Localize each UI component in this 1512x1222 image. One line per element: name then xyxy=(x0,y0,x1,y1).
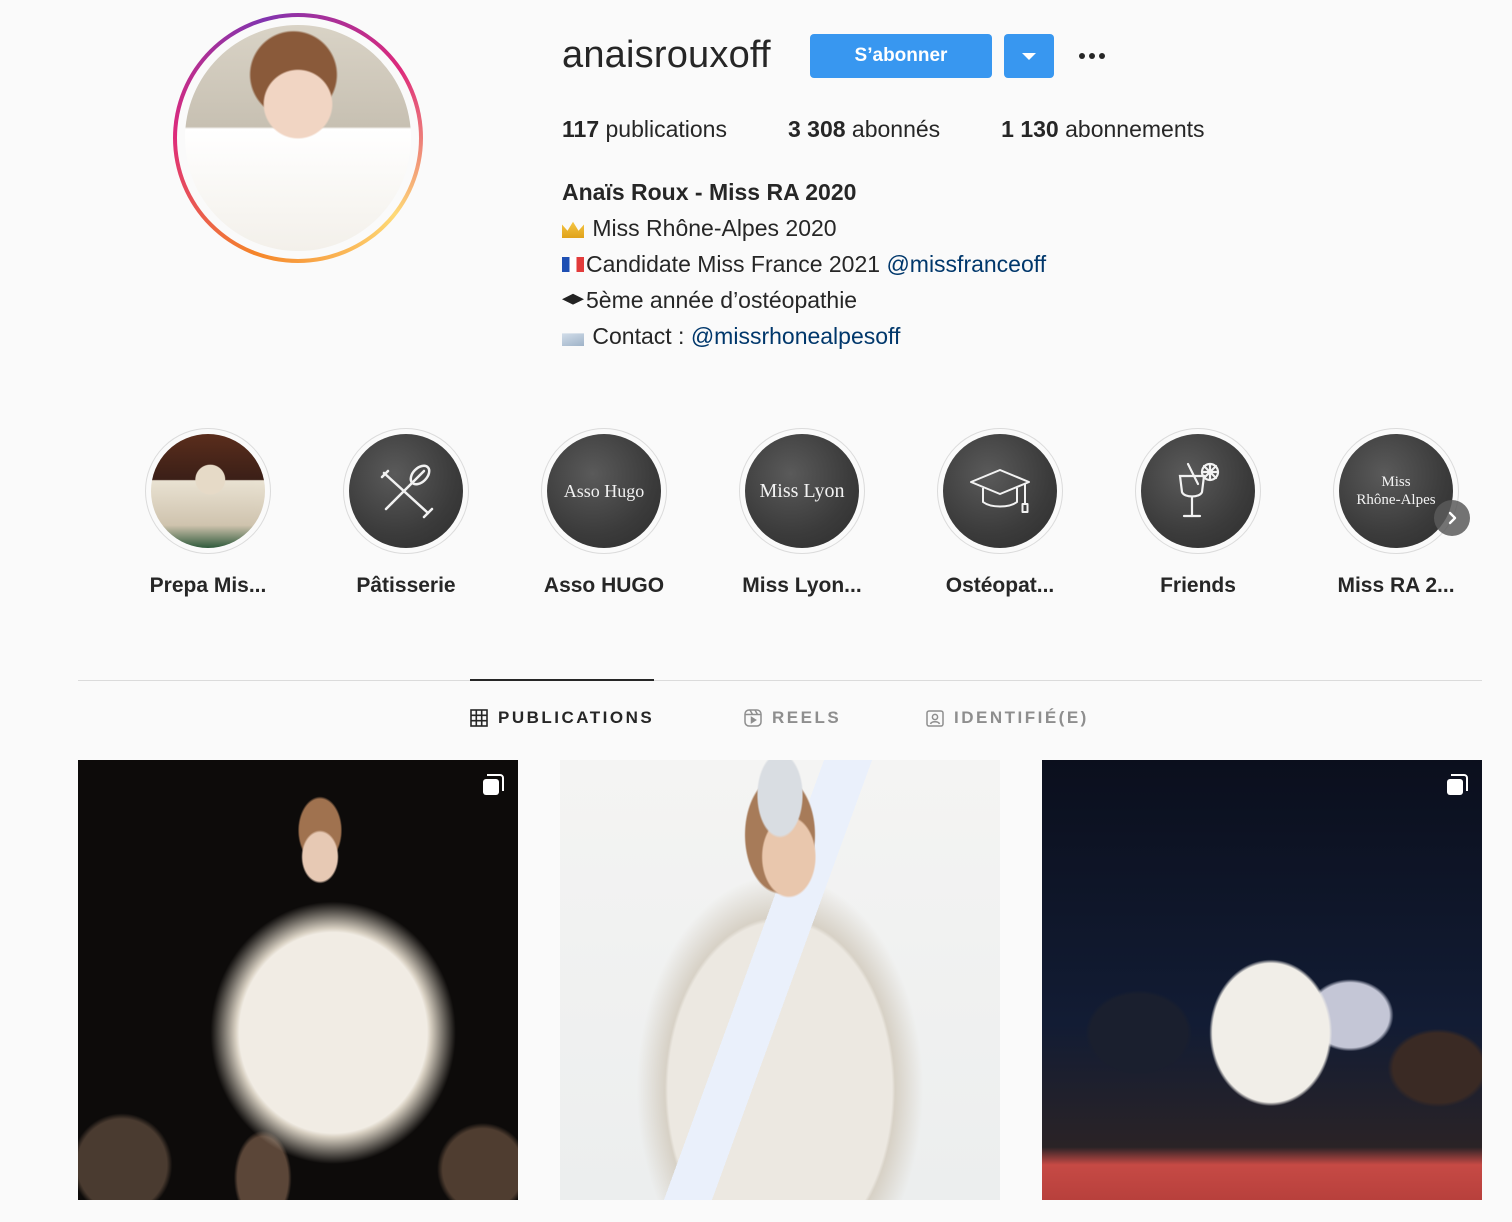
more-dots-icon xyxy=(1079,53,1085,59)
profile-bio: Anaïs Roux - Miss RA 2020 Miss Rhône-Alp… xyxy=(562,174,1046,354)
stat-following[interactable]: 1 130 abonnements xyxy=(1001,116,1204,143)
suggestions-dropdown-button[interactable] xyxy=(1004,34,1054,78)
highlight-label: Prepa Mis... xyxy=(149,574,267,597)
highlights-next-button[interactable] xyxy=(1434,500,1470,536)
highlight-cover-text: Miss Lyon xyxy=(745,434,859,548)
highlight-label: Friends xyxy=(1160,574,1236,597)
profile-full-name: Anaïs Roux - Miss RA 2020 xyxy=(562,179,857,205)
bio-line-flag: Candidate Miss France 2021 @missfranceof… xyxy=(562,246,1046,282)
highlight-label: Ostéopat... xyxy=(945,574,1055,597)
french-flag-icon xyxy=(562,257,584,272)
highlight-friends[interactable]: Friends xyxy=(1135,428,1261,598)
highlight-osteopathie[interactable]: Ostéopat... xyxy=(937,428,1063,598)
highlight-label: Asso HUGO xyxy=(543,574,665,597)
highlight-label: Pâtisserie xyxy=(356,574,456,597)
highlight-patisserie[interactable]: Pâtisserie xyxy=(343,428,469,598)
mention-link-missrhonealpesoff[interactable]: @missrhonealpesoff xyxy=(691,323,901,349)
graduation-cap-icon xyxy=(970,469,1030,513)
avatar xyxy=(185,25,411,251)
story-highlights: Prepa Mis... Pâtisserie Asso Hugo Asso H… xyxy=(145,428,1475,608)
crown-icon xyxy=(562,221,584,238)
active-tab-indicator xyxy=(470,679,654,681)
highlight-cover-text: Miss Rhône-Alpes xyxy=(1339,434,1453,548)
more-options-button[interactable] xyxy=(1072,40,1112,72)
multiple-posts-icon xyxy=(1447,774,1468,795)
profile-tabs: PUBLICATIONS REELS IDENTIFIÉ(E) xyxy=(0,708,1512,736)
reels-icon xyxy=(744,709,762,727)
follow-button[interactable]: S’abonner xyxy=(810,34,992,78)
chevron-right-icon xyxy=(1448,511,1457,525)
highlight-label: Miss RA 2... xyxy=(1337,574,1455,597)
post-thumbnail[interactable] xyxy=(78,760,518,1200)
highlight-label: Miss Lyon... xyxy=(742,574,862,597)
whisk-rolling-pin-icon xyxy=(380,464,434,519)
tab-publications[interactable]: PUBLICATIONS xyxy=(470,708,654,728)
cocktail-icon xyxy=(1178,462,1220,518)
profile-avatar-ring[interactable] xyxy=(173,13,423,263)
tab-tagged[interactable]: IDENTIFIÉ(E) xyxy=(926,708,1089,728)
envelope-icon xyxy=(562,333,584,346)
bio-line-cap: 5ème année d’ostéopathie xyxy=(562,282,1046,318)
stat-posts: 117 publications xyxy=(562,116,727,142)
post-thumbnail[interactable] xyxy=(560,760,1000,1200)
tabs-divider xyxy=(78,680,1482,681)
graduation-cap-icon xyxy=(562,293,584,305)
profile-username: anaisrouxoff xyxy=(562,34,771,76)
multiple-posts-icon xyxy=(483,774,504,795)
bio-line-contact: Contact : @missrhonealpesoff xyxy=(562,318,1046,354)
stat-followers[interactable]: 3 308 abonnés xyxy=(788,116,940,143)
highlight-cover-photo xyxy=(151,434,265,548)
highlight-cover-text: Asso Hugo xyxy=(547,434,661,548)
tagged-icon xyxy=(926,710,944,727)
highlight-asso-hugo[interactable]: Asso Hugo Asso HUGO xyxy=(541,428,667,598)
tab-reels[interactable]: REELS xyxy=(744,708,841,728)
grid-icon xyxy=(470,709,488,727)
chevron-down-icon xyxy=(1022,52,1036,60)
bio-line-crown: Miss Rhône-Alpes 2020 xyxy=(562,210,1046,246)
mention-link-missfranceoff[interactable]: @missfranceoff xyxy=(886,251,1046,277)
post-thumbnail[interactable] xyxy=(1042,760,1482,1200)
profile-stats: 117 publications 3 308 abonnés 1 130 abo… xyxy=(562,116,1266,143)
highlight-prepa[interactable]: Prepa Mis... xyxy=(145,428,271,598)
highlight-miss-lyon[interactable]: Miss Lyon Miss Lyon... xyxy=(739,428,865,598)
